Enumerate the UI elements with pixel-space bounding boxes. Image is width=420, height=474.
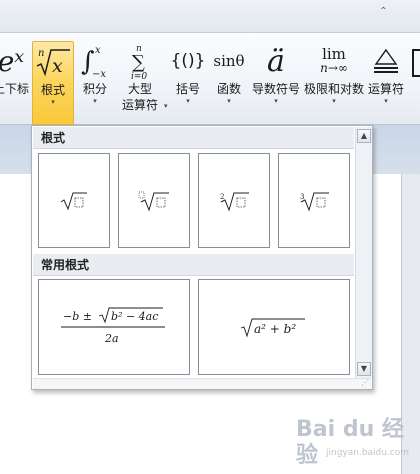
scroll-up-arrow-icon[interactable]: ▲ [357, 129, 371, 143]
radical-label: 根式 [40, 83, 65, 97]
large-operator-label-2: 运算符 [121, 98, 158, 112]
large-operator-label: 大型 [127, 82, 152, 96]
section-header-common-radicals: 常用根式 [33, 254, 354, 276]
operator-label: 运算符 [367, 82, 404, 96]
square-root-icon [60, 192, 87, 210]
ribbon-button-radical[interactable]: n x 根式 ▾ [32, 41, 74, 125]
common-item-quadratic-formula[interactable]: −b ± b² − 4ac 2a [38, 279, 190, 375]
summation-icon: n ∑ i=0 [127, 41, 153, 81]
gallery-scrollbar[interactable]: ▲ ▼ [355, 127, 372, 378]
function-icon: sinθ [213, 52, 245, 70]
chevron-down-icon: ▾ [274, 97, 278, 105]
root-degree: 3 [300, 193, 304, 201]
gallery-resize-bar: ⋰ [33, 378, 371, 389]
ribbon-button-function[interactable]: sinθ 函数 ▾ [210, 41, 248, 125]
radical-item-cube-root[interactable]: 3 [278, 153, 350, 248]
svg-text:n: n [38, 48, 44, 59]
chevron-down-icon: ▾ [164, 102, 168, 110]
chevron-up-icon[interactable]: ⌃ [378, 6, 389, 17]
limit-text: lim [322, 45, 346, 63]
script-label: 上下标 [0, 82, 30, 96]
script-icon: eˣ [0, 44, 25, 78]
equation-ribbon: eˣ 上下标 n x 根式 ▾ ∫ x −x 积分 ▾ n [0, 33, 420, 125]
integral-label: 积分 [82, 82, 107, 96]
limit-subscript: n→∞ [320, 61, 348, 75]
sum-sign: ∑ [132, 52, 145, 73]
integral-icon: ∫ x −x [80, 41, 110, 81]
limit-icon: lim n→∞ [320, 41, 348, 81]
chevron-down-icon: ▾ [227, 97, 231, 105]
ribbon-button-integral[interactable]: ∫ x −x 积分 ▾ [76, 41, 114, 125]
ribbon-button-limit-log[interactable]: lim n→∞ 极限和对数 ▾ [302, 41, 366, 125]
chevron-down-icon: ▾ [93, 97, 97, 105]
function-label: 函数 [216, 82, 241, 96]
chevron-down-icon: ▾ [51, 98, 55, 106]
accent-label: 导数符号 [251, 82, 300, 96]
scroll-down-arrow-icon[interactable]: ▼ [357, 362, 371, 376]
operator-icon [371, 41, 401, 81]
accent-icon: ä [267, 43, 285, 79]
bracket-label: 括号 [175, 82, 200, 96]
common-item-pythagorean-root[interactable]: a² + b² [198, 279, 350, 375]
quadratic-formula-icon: −b ± b² − 4ac 2a [61, 307, 165, 345]
radical-icon: n x [35, 42, 71, 82]
quadratic-radicand: b² − 4ac [111, 310, 158, 323]
resize-grip-icon[interactable]: ⋰ [359, 378, 369, 388]
watermark-text: Bai du 经验 [296, 417, 404, 468]
radical-item-degree-two[interactable]: 2 [198, 153, 270, 248]
ribbon-button-large-operator[interactable]: n ∑ i=0 大型 运算符 ▾ [116, 41, 168, 125]
numerator-prefix: −b ± [63, 310, 92, 323]
chevron-down-icon: ▾ [186, 97, 190, 105]
section-header-radicals: 根式 [33, 127, 354, 149]
chevron-down-icon: ▾ [384, 97, 388, 105]
pythagorean-root-icon: a² + b² [240, 318, 305, 338]
svg-text:x: x [52, 55, 63, 77]
watermark-subtext: jingyan.baidu.com [326, 448, 410, 458]
nth-root-icon [138, 191, 169, 212]
pythagorean-radicand: a² + b² [254, 322, 296, 336]
ribbon-button-operator[interactable]: 运算符 ▾ [366, 41, 406, 125]
quadratic-denominator: 2a [104, 332, 119, 345]
degree-two-root-icon: 2 [220, 192, 249, 212]
sum-lower: i=0 [131, 72, 147, 80]
watermark: Bai du 经验 jingyan.baidu.com [296, 417, 418, 468]
root-degree: 2 [220, 193, 224, 201]
cube-root-icon: 3 [300, 192, 329, 212]
window-title-strip: ⌃ [0, 0, 420, 33]
integral-lower: −x [92, 69, 106, 79]
chevron-down-icon: ▾ [332, 97, 336, 105]
ribbon-button-script[interactable]: eˣ 上下标 [0, 41, 30, 125]
ribbon-button-accent[interactable]: ä 导数符号 ▾ [250, 41, 302, 125]
bracket-icon: {()} [170, 51, 206, 71]
limit-log-label: 极限和对数 [303, 82, 364, 96]
radical-gallery-dropdown: 根式 2 3 常用根式 −b ± b² − 4ac 2a a² + b² ▲ ▼… [31, 125, 373, 390]
ribbon-button-bracket[interactable]: {()} 括号 ▾ [168, 41, 208, 125]
radical-item-square-root[interactable] [38, 153, 110, 248]
matrix-icon[interactable] [412, 49, 420, 77]
radical-item-nth-root[interactable] [118, 153, 190, 248]
integral-upper: x [95, 45, 101, 56]
